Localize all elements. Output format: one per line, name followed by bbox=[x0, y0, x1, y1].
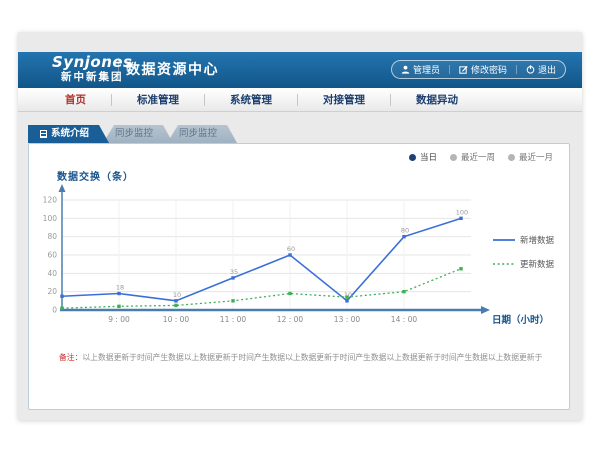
tab-sync-monitor-2-label: 同步监控 bbox=[179, 125, 217, 143]
svg-text:10: 10 bbox=[173, 291, 181, 299]
tab-system-intro[interactable]: 系统介绍 bbox=[28, 125, 109, 143]
radio-dot bbox=[450, 154, 457, 161]
user-menu-admin[interactable]: 管理员 bbox=[392, 61, 449, 78]
power-icon bbox=[526, 65, 535, 74]
footnote: 备注：以上数据更新于时间产生数据以上数据更新于时间产生数据以上数据更新于时间产生… bbox=[59, 352, 559, 363]
svg-text:100: 100 bbox=[43, 214, 58, 223]
svg-text:60: 60 bbox=[287, 245, 295, 253]
svg-text:11 : 00: 11 : 00 bbox=[220, 315, 247, 324]
edit-icon bbox=[459, 65, 468, 74]
tab-bar: 系统介绍 同步监控 同步监控 bbox=[28, 125, 237, 143]
range-option-today[interactable]: 当日 bbox=[409, 151, 437, 163]
nav-item-data-change[interactable]: 数据异动 bbox=[391, 88, 483, 112]
svg-text:0: 0 bbox=[52, 306, 57, 315]
user-icon bbox=[401, 65, 410, 74]
range-option-last-week-label: 最近一周 bbox=[461, 151, 495, 163]
footnote-text: 以上数据更新于时间产生数据以上数据更新于时间产生数据以上数据更新于时间产生数据以… bbox=[82, 353, 542, 362]
content-panel: 当日 最近一周 最近一月 数据交换（条） 0204060801001209 : … bbox=[28, 143, 570, 410]
line-chart: 0 20 40 60 80 100 120 9 : 00 10 : 00 11 : 00 12 : … bbox=[37, 180, 559, 332]
logout-label: 退出 bbox=[538, 63, 556, 76]
logout-button[interactable]: 退出 bbox=[517, 61, 565, 78]
range-option-last-month-label: 最近一月 bbox=[519, 151, 553, 163]
main-nav: 首页 标准管理 系统管理 对接管理 数据异动 bbox=[18, 88, 582, 112]
svg-text:120: 120 bbox=[43, 196, 58, 205]
user-menu-admin-label: 管理员 bbox=[413, 63, 440, 76]
svg-text:9 : 00: 9 : 00 bbox=[108, 315, 130, 324]
svg-text:新增数据: 新增数据 bbox=[520, 235, 555, 246]
svg-text:更新数据: 更新数据 bbox=[520, 259, 555, 270]
svg-text:18: 18 bbox=[116, 284, 124, 292]
page-background: Synjones 新中新集团 数据资源中心 管理员 修改密码 bbox=[18, 32, 582, 420]
tab-sync-monitor-2[interactable]: 同步监控 bbox=[167, 125, 237, 143]
tab-system-intro-label: 系统介绍 bbox=[51, 125, 89, 143]
nav-item-interface-mgmt[interactable]: 对接管理 bbox=[298, 88, 390, 112]
nav-item-system-mgmt[interactable]: 系统管理 bbox=[205, 88, 297, 112]
svg-text:14 : 00: 14 : 00 bbox=[391, 315, 418, 324]
brand-logo-cn: 新中新集团 bbox=[52, 72, 133, 83]
svg-text:日期（小时）: 日期（小时） bbox=[492, 314, 549, 326]
range-option-today-label: 当日 bbox=[420, 151, 437, 163]
svg-text:20: 20 bbox=[47, 287, 57, 296]
svg-text:35: 35 bbox=[230, 268, 238, 276]
nav-item-home[interactable]: 首页 bbox=[40, 88, 111, 112]
brand-logo: Synjones 新中新集团 bbox=[52, 55, 133, 83]
nav-item-standard-mgmt[interactable]: 标准管理 bbox=[112, 88, 204, 112]
svg-text:100: 100 bbox=[456, 208, 468, 216]
header-divider bbox=[118, 60, 119, 80]
tab-sync-monitor-1[interactable]: 同步监控 bbox=[103, 125, 173, 143]
footnote-prefix: 备注： bbox=[59, 353, 82, 362]
tab-sync-monitor-1-label: 同步监控 bbox=[115, 125, 153, 143]
svg-text:60: 60 bbox=[47, 251, 57, 260]
svg-text:12 : 00: 12 : 00 bbox=[277, 315, 304, 324]
range-option-last-week[interactable]: 最近一周 bbox=[450, 151, 495, 163]
header: Synjones 新中新集团 数据资源中心 管理员 修改密码 bbox=[18, 52, 582, 88]
brand-logo-en: Synjones bbox=[52, 55, 133, 70]
svg-text:80: 80 bbox=[47, 232, 57, 241]
range-filter: 当日 最近一周 最近一月 bbox=[409, 151, 553, 163]
app-title: 数据资源中心 bbox=[126, 52, 219, 88]
user-menu: 管理员 修改密码 退出 bbox=[391, 60, 566, 79]
svg-text:10 : 00: 10 : 00 bbox=[163, 315, 190, 324]
change-password-label: 修改密码 bbox=[471, 63, 507, 76]
radio-dot bbox=[508, 154, 515, 161]
change-password-button[interactable]: 修改密码 bbox=[450, 61, 516, 78]
range-option-last-month[interactable]: 最近一月 bbox=[508, 151, 553, 163]
svg-text:80: 80 bbox=[401, 227, 409, 235]
svg-text:13 : 00: 13 : 00 bbox=[334, 315, 361, 324]
svg-text:40: 40 bbox=[47, 269, 57, 278]
radio-dot bbox=[409, 154, 416, 161]
document-icon bbox=[40, 130, 47, 138]
